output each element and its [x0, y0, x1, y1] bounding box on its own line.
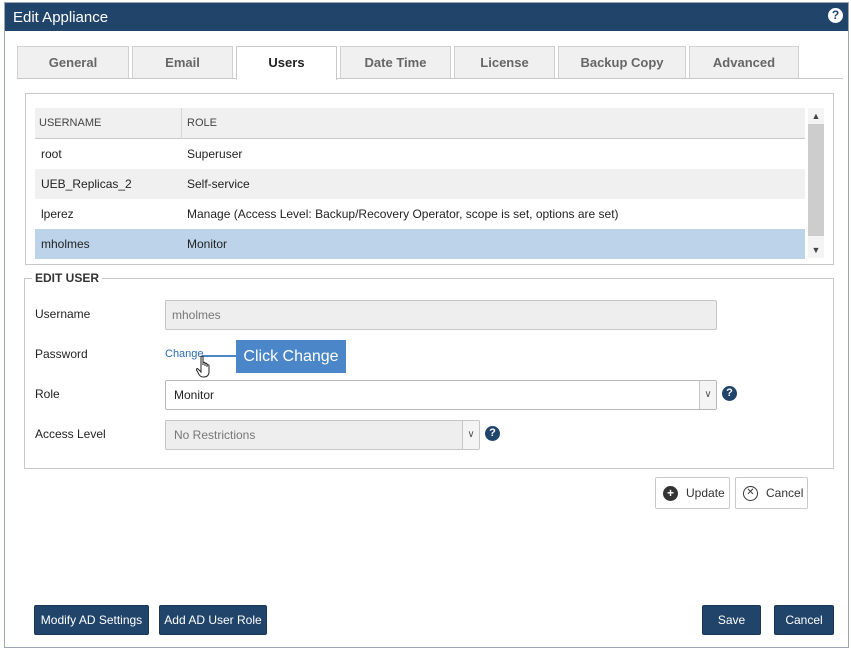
- role-help-icon[interactable]: ?: [722, 386, 737, 401]
- cancel-edit-button[interactable]: ✕ Cancel: [735, 477, 808, 509]
- scroll-up-icon[interactable]: ▲: [808, 109, 824, 123]
- edit-user-panel: EDIT USER Username mholmes Password Chan…: [24, 271, 834, 469]
- table-row[interactable]: root Superuser: [35, 139, 805, 169]
- tab-advanced[interactable]: Advanced: [689, 46, 799, 78]
- table-row[interactable]: UEB_Replicas_2 Self-service: [35, 169, 805, 199]
- cell-username: root: [41, 147, 62, 161]
- chevron-down-icon: ∨: [462, 421, 479, 449]
- access-level-select: No Restrictions ∨: [165, 420, 480, 450]
- cell-username: UEB_Replicas_2: [41, 177, 132, 191]
- save-button[interactable]: Save: [702, 605, 761, 635]
- hand-pointer-icon: [195, 355, 210, 378]
- column-header-username[interactable]: USERNAME: [39, 108, 101, 139]
- title-bar: Edit Appliance ?: [5, 3, 848, 31]
- edit-user-legend: EDIT USER: [32, 271, 103, 285]
- cell-role: Superuser: [187, 147, 243, 161]
- click-change-callout: Click Change: [236, 340, 346, 373]
- scroll-thumb[interactable]: [808, 124, 824, 236]
- tab-bar: General Email Users Date Time License Ba…: [17, 46, 843, 80]
- table-scrollbar[interactable]: ▲ ▼: [808, 108, 824, 258]
- cell-role: Self-service: [187, 177, 250, 191]
- scroll-down-icon[interactable]: ▼: [808, 243, 824, 257]
- password-label: Password: [35, 347, 88, 361]
- tab-license[interactable]: License: [454, 46, 555, 78]
- dialog-title: Edit Appliance: [13, 9, 109, 26]
- column-header-role[interactable]: ROLE: [181, 108, 805, 139]
- role-select[interactable]: Monitor ∨: [165, 380, 717, 410]
- access-level-select-value: No Restrictions: [174, 428, 256, 442]
- tab-date-time[interactable]: Date Time: [340, 46, 451, 78]
- table-row-selected[interactable]: mholmes Monitor: [35, 229, 805, 259]
- table-header: USERNAME ROLE: [35, 108, 805, 139]
- cell-role: Manage (Access Level: Backup/Recovery Op…: [187, 207, 619, 221]
- table-row[interactable]: lperez Manage (Access Level: Backup/Reco…: [35, 199, 805, 229]
- cell-username: lperez: [41, 207, 74, 221]
- cancel-button[interactable]: Cancel: [774, 605, 834, 635]
- access-level-help-icon[interactable]: ?: [485, 426, 500, 441]
- update-button[interactable]: + Update: [655, 477, 730, 509]
- chevron-down-icon[interactable]: ∨: [699, 381, 716, 409]
- modify-ad-settings-button[interactable]: Modify AD Settings: [34, 605, 149, 635]
- access-level-label: Access Level: [35, 427, 106, 441]
- username-field[interactable]: mholmes: [165, 300, 717, 330]
- users-table-panel: USERNAME ROLE root Superuser UEB_Replica…: [25, 93, 834, 265]
- plus-circle-icon: +: [663, 486, 678, 501]
- x-circle-icon: ✕: [743, 486, 758, 501]
- tab-backup-copy[interactable]: Backup Copy: [558, 46, 686, 78]
- cell-username: mholmes: [41, 237, 90, 251]
- tab-general[interactable]: General: [17, 46, 129, 78]
- cell-role: Monitor: [187, 237, 228, 251]
- tab-users[interactable]: Users: [236, 46, 337, 80]
- role-label: Role: [35, 387, 60, 401]
- username-label: Username: [35, 307, 91, 321]
- edit-appliance-dialog: Edit Appliance ? General Email Users Dat…: [4, 2, 849, 648]
- help-icon[interactable]: ?: [828, 8, 843, 23]
- add-ad-user-role-button[interactable]: Add AD User Role: [159, 605, 267, 635]
- role-select-value: Monitor: [174, 388, 215, 402]
- tab-email[interactable]: Email: [132, 46, 233, 78]
